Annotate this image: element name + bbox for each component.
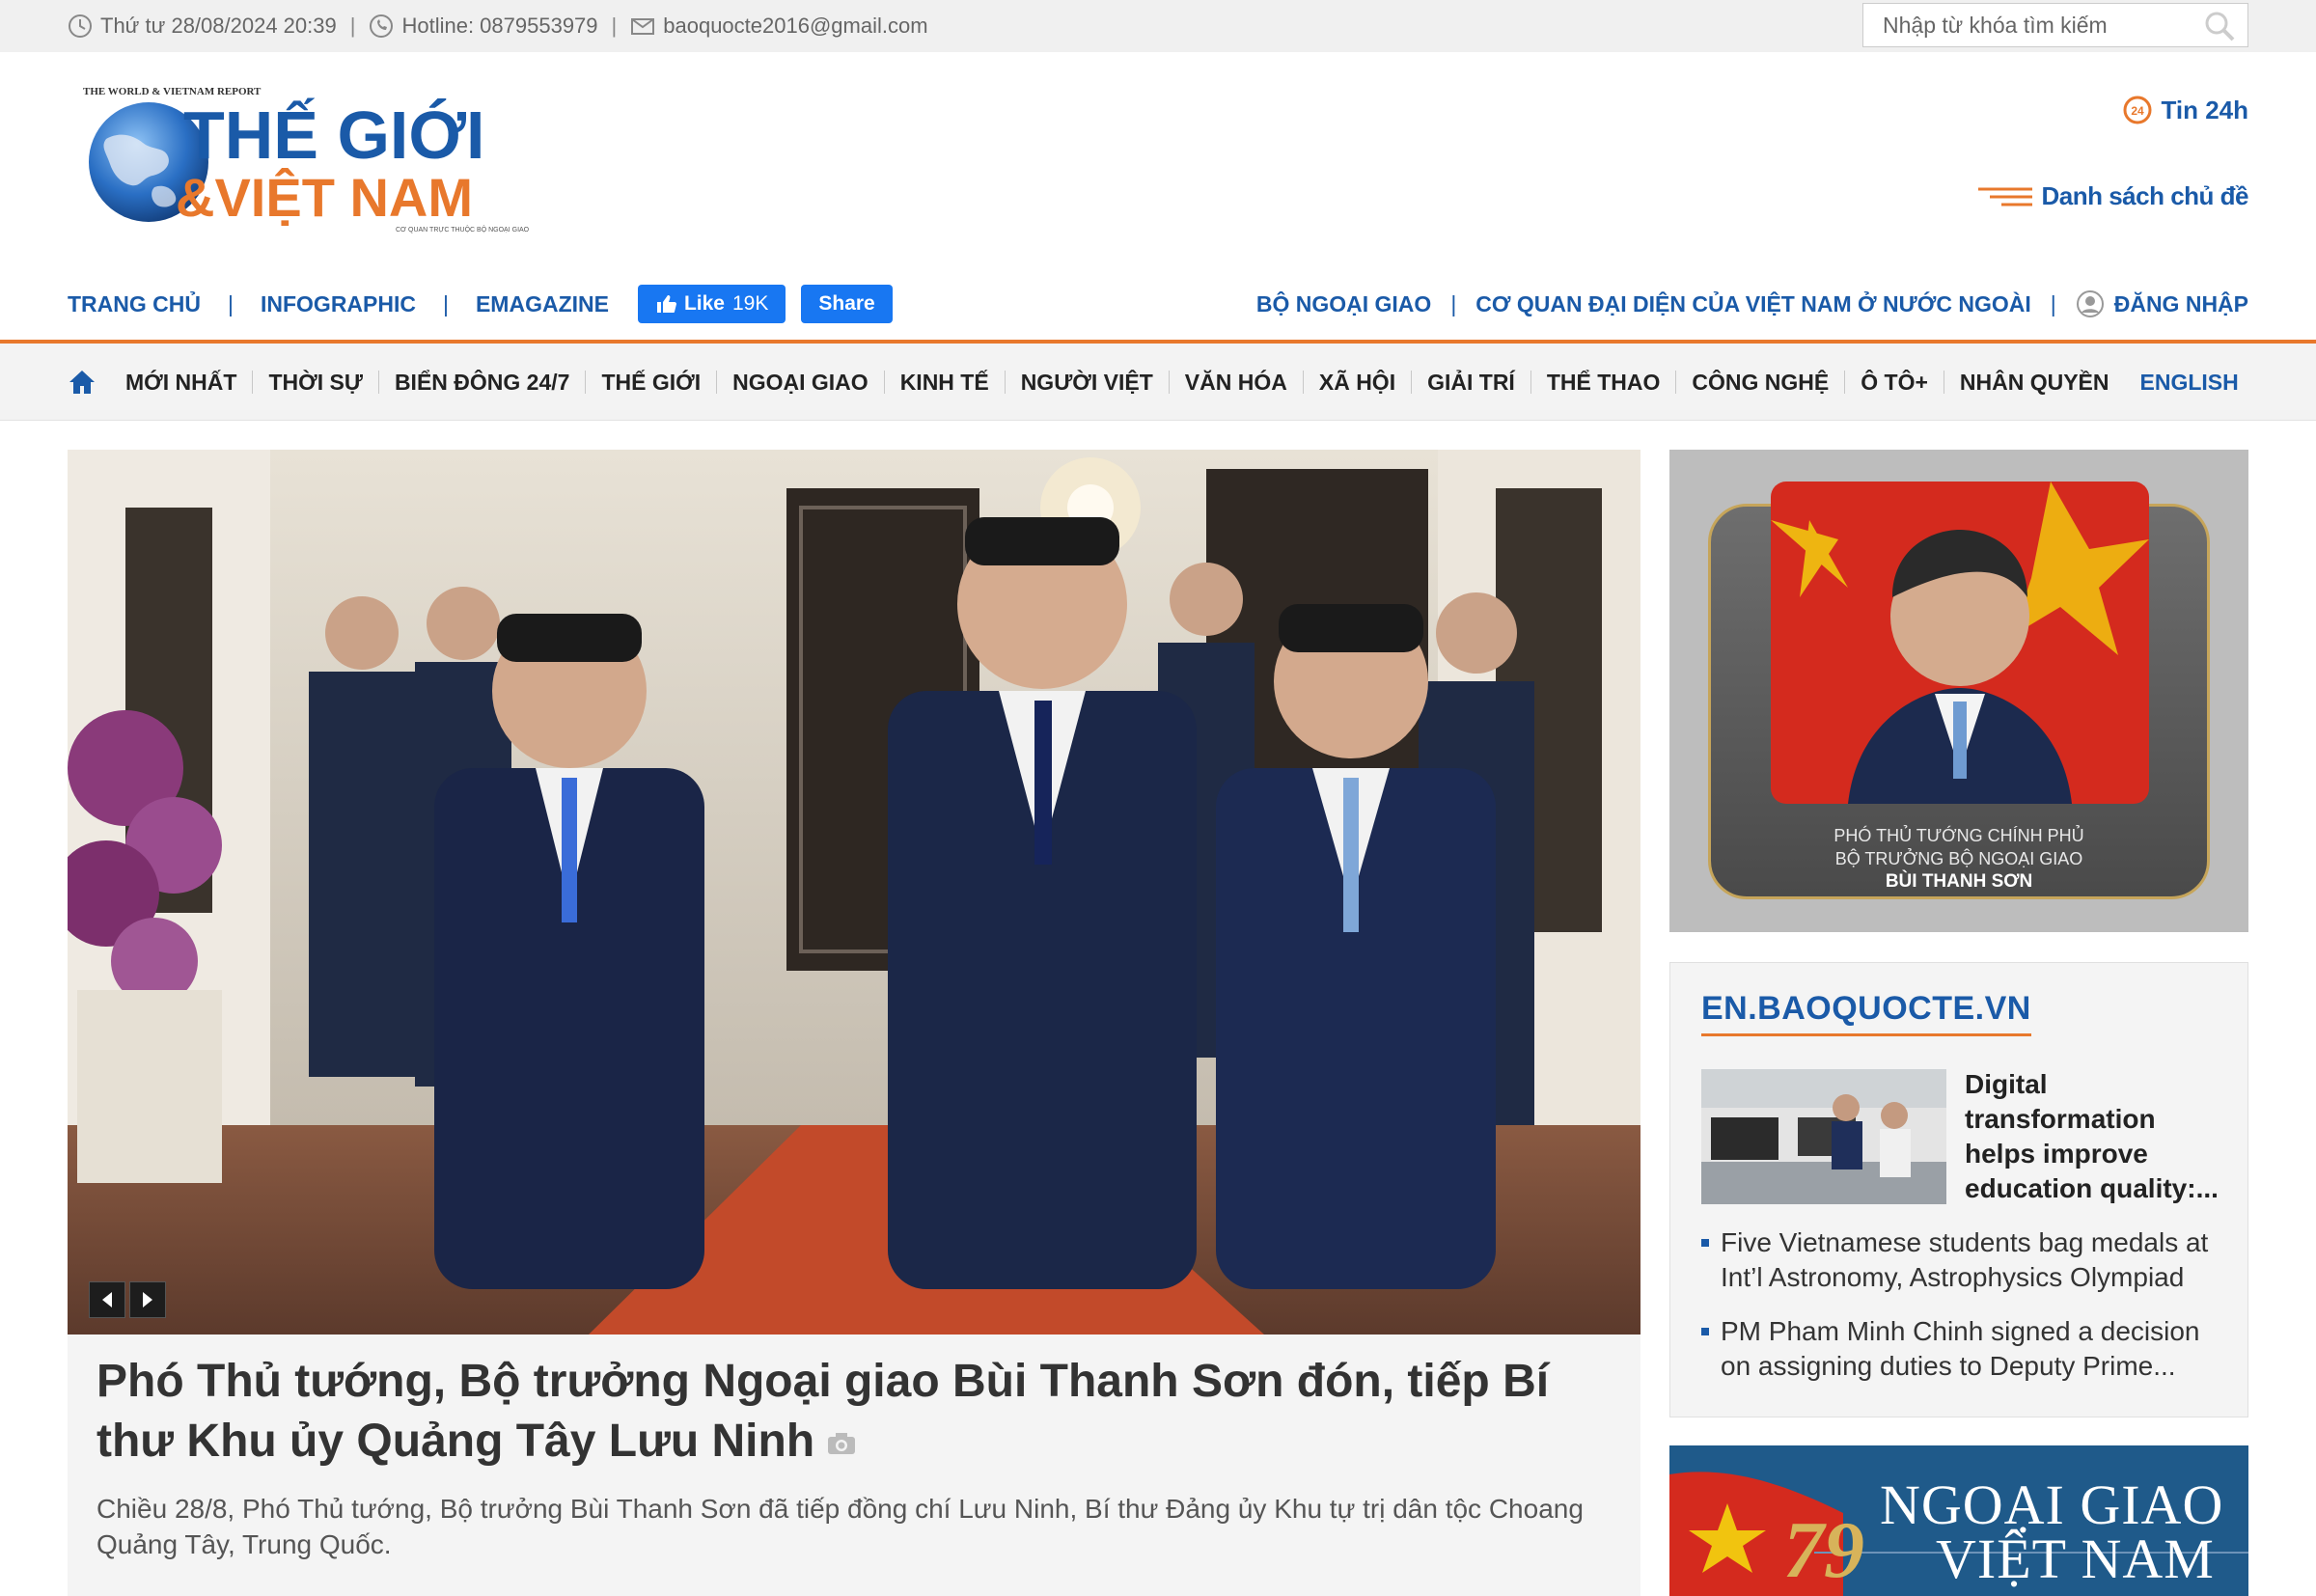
diplomacy-anniversary-banner[interactable]: 79 NGOẠI GIAO VIỆT NAM [1669, 1445, 2248, 1596]
logo-subline: CƠ QUAN TRỰC THUỘC BỘ NGOẠI GIAO [396, 225, 530, 234]
tin24-label: Tin 24h [2161, 95, 2248, 124]
secondary-nav: TRANG CHỦ | INFOGRAPHIC | EMAGAZINE Like… [68, 280, 893, 328]
menu-item-economy[interactable]: KINH TẾ [883, 371, 1005, 394]
english-news-item[interactable]: PM Pham Minh Chinh signed a decision on … [1701, 1314, 2222, 1384]
tin24-link[interactable]: 24 Tin 24h [2122, 95, 2248, 125]
fb-like-count: 19K [732, 292, 769, 315]
chevron-left-icon [102, 1292, 112, 1307]
menu-item-english[interactable]: ENGLISH [2125, 371, 2254, 394]
nav-missions-link[interactable]: CƠ QUAN ĐẠI DIỆN CỦA VIỆT NAM Ở NƯỚC NGO… [1475, 291, 2030, 317]
menu-item-world[interactable]: THẾ GIỚI [585, 371, 716, 394]
minister-promo-banner[interactable]: PHÓ THỦ TƯỚNG CHÍNH PHỦ BỘ TRƯỞNG BỘ NGO… [1669, 450, 2248, 932]
fb-share-button[interactable]: Share [801, 285, 893, 323]
mail-icon [631, 18, 655, 35]
secondary-nav-right: BỘ NGOẠI GIAO | CƠ QUAN ĐẠI DIỆN CỦA VIỆ… [1256, 280, 2248, 328]
minister-portrait [1771, 482, 2149, 804]
hero-image[interactable] [68, 450, 1640, 1335]
next-arrow-button[interactable] [129, 1281, 166, 1318]
menu-item-diplomacy[interactable]: NGOẠI GIAO [716, 371, 884, 394]
top-bar: Thứ tư 28/08/2024 20:39 | Hotline: 08795… [0, 0, 2316, 52]
divider: | [611, 14, 618, 38]
top-info: Thứ tư 28/08/2024 20:39 | Hotline: 08795… [68, 0, 928, 52]
menu-lines-icon [1977, 187, 2032, 206]
logo-line1: THẾ GIỚI [183, 97, 485, 173]
featured-article-title[interactable]: Digital transformation helps improve edu… [1965, 1067, 2225, 1206]
search-input[interactable] [1863, 4, 2192, 46]
chevron-right-icon [143, 1292, 152, 1307]
fb-like-label: Like [683, 292, 725, 315]
nav-home-link[interactable]: TRANG CHỦ [68, 291, 201, 317]
anniversary-number: 79 [1783, 1505, 1864, 1595]
menu-item-auto[interactable]: Ô TÔ+ [1844, 371, 1944, 394]
user-icon [2076, 290, 2104, 317]
english-site-heading[interactable]: EN.BAOQUOCTE.VN [1701, 990, 2031, 1036]
nav-ministry-link[interactable]: BỘ NGOẠI GIAO [1256, 291, 1431, 317]
camera-icon [828, 1433, 856, 1455]
featured-article-thumbnail[interactable] [1701, 1069, 1946, 1204]
divider: | [442, 290, 449, 316]
contact-email[interactable]: baoquocte2016@gmail.com [663, 14, 927, 39]
menu-item-entertainment[interactable]: GIẢI TRÍ [1411, 371, 1530, 394]
logo-line2: &VIỆT NAM [176, 167, 473, 228]
main-nav: MỚI NHẤT THỜI SỰ BIỂN ĐÔNG 24/7 THẾ GIỚI… [0, 344, 2316, 421]
phone-icon [370, 14, 394, 38]
menu-item-latest[interactable]: MỚI NHẤT [125, 371, 252, 394]
facebook-buttons: Like 19K Share [637, 285, 893, 323]
fb-like-button[interactable]: Like 19K [637, 285, 786, 323]
svg-text:24: 24 [2132, 104, 2145, 118]
divider: | [2050, 290, 2056, 316]
current-datetime: Thứ tư 28/08/2024 20:39 [100, 14, 337, 38]
logo-tagline: THE WORLD & VIETNAM REPORT [83, 86, 262, 97]
hero-headline-text: Phó Thủ tướng, Bộ trưởng Ngoại giao Bùi … [96, 1356, 1550, 1467]
search-icon[interactable] [2203, 11, 2236, 41]
nav-infographic-link[interactable]: INFOGRAPHIC [261, 291, 416, 317]
hotline[interactable]: Hotline: 0879553979 [401, 14, 597, 39]
clock-icon [69, 14, 92, 38]
promo-title-line2: BỘ TRƯỞNG BỘ NGOẠI GIAO [1834, 849, 2083, 868]
menu-item-culture[interactable]: VĂN HÓA [1168, 371, 1303, 394]
promo-title-line1: PHÓ THỦ TƯỚNG CHÍNH PHỦ [1834, 826, 2084, 845]
menu-item-vietnamese[interactable]: NGƯỜI VIỆT [1004, 371, 1169, 394]
banner-line2: VIỆT NAM [1936, 1527, 2215, 1590]
divider: | [228, 290, 234, 316]
hero-headline[interactable]: Phó Thủ tướng, Bộ trưởng Ngoại giao Bùi … [96, 1352, 1612, 1472]
menu-item-east-sea[interactable]: BIỂN ĐÔNG 24/7 [377, 371, 586, 394]
prev-arrow-button[interactable] [89, 1281, 125, 1318]
hero-summary: Chiều 28/8, Phó Thủ tướng, Bộ trưởng Bùi… [96, 1494, 1584, 1559]
clock-24-icon: 24 [2123, 96, 2152, 124]
menu-item-technology[interactable]: CÔNG NGHỆ [1675, 371, 1844, 394]
topic-list-label: Danh sách chủ đề [2041, 181, 2249, 210]
topic-list-link[interactable]: Danh sách chủ đề [1977, 181, 2249, 211]
nav-emagazine-link[interactable]: EMAGAZINE [476, 291, 609, 317]
menu-item-society[interactable]: XÃ HỘI [1302, 371, 1411, 394]
login-link[interactable]: ĐĂNG NHẬP [2114, 291, 2248, 317]
promo-name: BÙI THANH SƠN [1885, 871, 2033, 892]
menu-item-current-affairs[interactable]: THỜI SỰ [252, 371, 377, 394]
thumbs-up-icon [656, 295, 676, 313]
hero-caption: Phó Thủ tướng, Bộ trưởng Ngoại giao Bùi … [68, 1335, 1640, 1596]
home-icon[interactable] [68, 368, 96, 397]
english-news-item[interactable]: Five Vietnamese students bag medals at I… [1701, 1225, 2222, 1295]
search-box [1862, 3, 2248, 47]
site-logo[interactable]: THE WORLD & VIETNAM REPORT THẾ GIỚI &VIỆ… [68, 81, 540, 235]
menu-item-human-rights[interactable]: NHÂN QUYỀN [1943, 371, 2125, 394]
divider: | [349, 14, 356, 38]
slider-controls [89, 1281, 166, 1318]
menu-item-sports[interactable]: THỂ THAO [1530, 371, 1676, 394]
english-news-box: EN.BAOQUOCTE.VN Digital transformation h… [1669, 962, 2248, 1417]
divider: | [1450, 290, 1457, 316]
